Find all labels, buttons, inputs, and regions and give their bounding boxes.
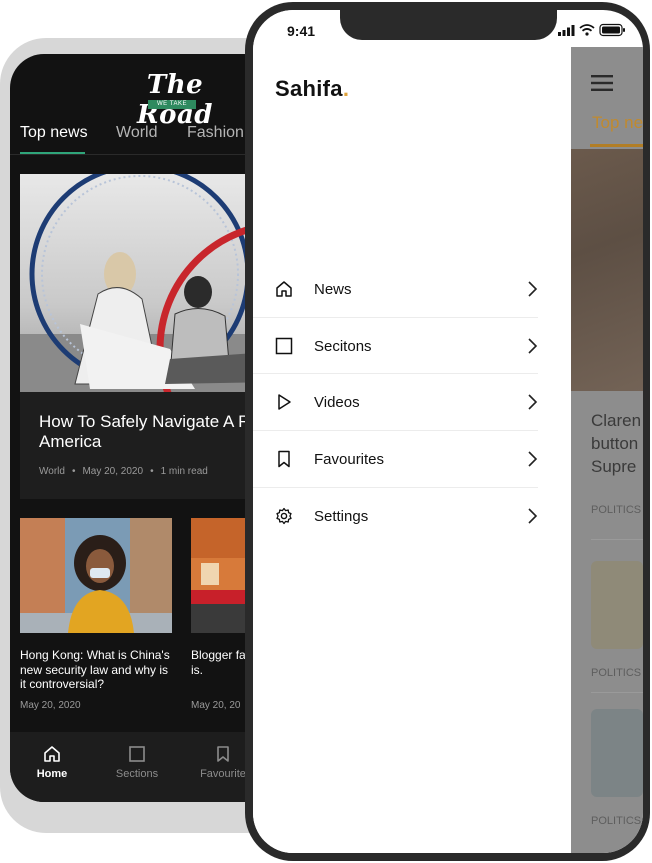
square-icon: [275, 337, 293, 354]
menu-item-label: Settings: [314, 507, 369, 525]
hamburger-menu-icon[interactable]: [591, 75, 613, 91]
bookmark-icon: [278, 450, 290, 468]
status-time: 9:41: [287, 23, 316, 39]
home-icon: [44, 746, 60, 762]
square-icon: [129, 746, 145, 762]
menu-item-favourites[interactable]: Favourites: [253, 431, 538, 488]
nav-sections[interactable]: Sections: [102, 744, 172, 780]
peek-tab-indicator: [590, 144, 643, 147]
nav-home-label: Home: [36, 768, 68, 780]
chevron-right-icon: [528, 508, 538, 524]
hero-date: May 20, 2020: [82, 466, 144, 477]
bookmark-icon: [217, 746, 229, 762]
tab-fashion[interactable]: Fashion: [187, 124, 244, 142]
hero-read-time: 1 min read: [160, 466, 208, 477]
article-card-hong-kong[interactable]: Hong Kong: What is China's new security …: [20, 518, 172, 718]
front-phone-screen: Top ne Claren button Supre POLITICS POLI…: [253, 10, 643, 853]
peek-thumbnail: [591, 561, 643, 649]
the-road-logo-sub: WE TAKE: [148, 100, 196, 109]
peek-category: POLITICS: [591, 504, 642, 516]
menu-item-label: Secitons: [314, 337, 372, 355]
chevron-right-icon: [528, 281, 538, 297]
status-icons: [558, 23, 632, 42]
menu-item-label: News: [314, 281, 352, 298]
menu-item-label: Videos: [314, 394, 360, 412]
menu-item-sections[interactable]: Secitons: [253, 318, 538, 375]
hero-category: World: [39, 466, 65, 477]
menu-item-videos[interactable]: Videos: [253, 374, 538, 432]
peek-thumbnail: [591, 709, 643, 797]
menu-item-label: Favourites: [314, 451, 385, 469]
peek-article-image: [571, 149, 643, 391]
peek-tab-top-news: Top ne: [592, 113, 643, 132]
battery-icon: [599, 23, 625, 37]
hero-article-meta: World • May 20, 2020 • 1 min read: [39, 466, 208, 477]
menu-item-settings[interactable]: Settings: [253, 488, 538, 545]
chevron-right-icon: [528, 394, 538, 410]
nav-sections-label: Sections: [115, 768, 159, 780]
chevron-right-icon: [528, 451, 538, 467]
article-image-woman-mask: [20, 518, 172, 633]
article-title: Hong Kong: What is China's new security …: [20, 648, 170, 691]
peek-divider: [591, 539, 643, 540]
menu-item-news[interactable]: News: [253, 261, 538, 318]
cellular-signal-icon: [558, 25, 575, 36]
peek-category: POLITICS: [591, 667, 642, 679]
drawer-menu: News Secitons Videos Favourites Settings: [253, 261, 538, 544]
sahifa-logo: Sahifa.: [275, 76, 350, 101]
article-date: May 20, 2020: [20, 700, 81, 711]
peek-article-title: Claren button Supre: [591, 411, 642, 476]
gear-icon: [276, 507, 292, 524]
tab-world[interactable]: World: [116, 124, 158, 142]
phone-notch: [340, 10, 557, 40]
wifi-icon: [579, 24, 595, 36]
navigation-drawer: Sahifa. News Secitons Videos Favourites …: [253, 10, 571, 853]
nav-home[interactable]: Home: [17, 744, 87, 780]
chevron-right-icon: [528, 338, 538, 354]
home-icon: [276, 281, 292, 297]
dimmed-content-overlay[interactable]: Top ne Claren button Supre POLITICS POLI…: [571, 47, 643, 853]
play-icon: [278, 394, 291, 411]
article-date: May 20, 20: [191, 700, 241, 711]
peek-divider: [591, 692, 643, 693]
tab-top-news[interactable]: Top news: [20, 124, 88, 142]
peek-category: POLITICS: [591, 815, 642, 827]
